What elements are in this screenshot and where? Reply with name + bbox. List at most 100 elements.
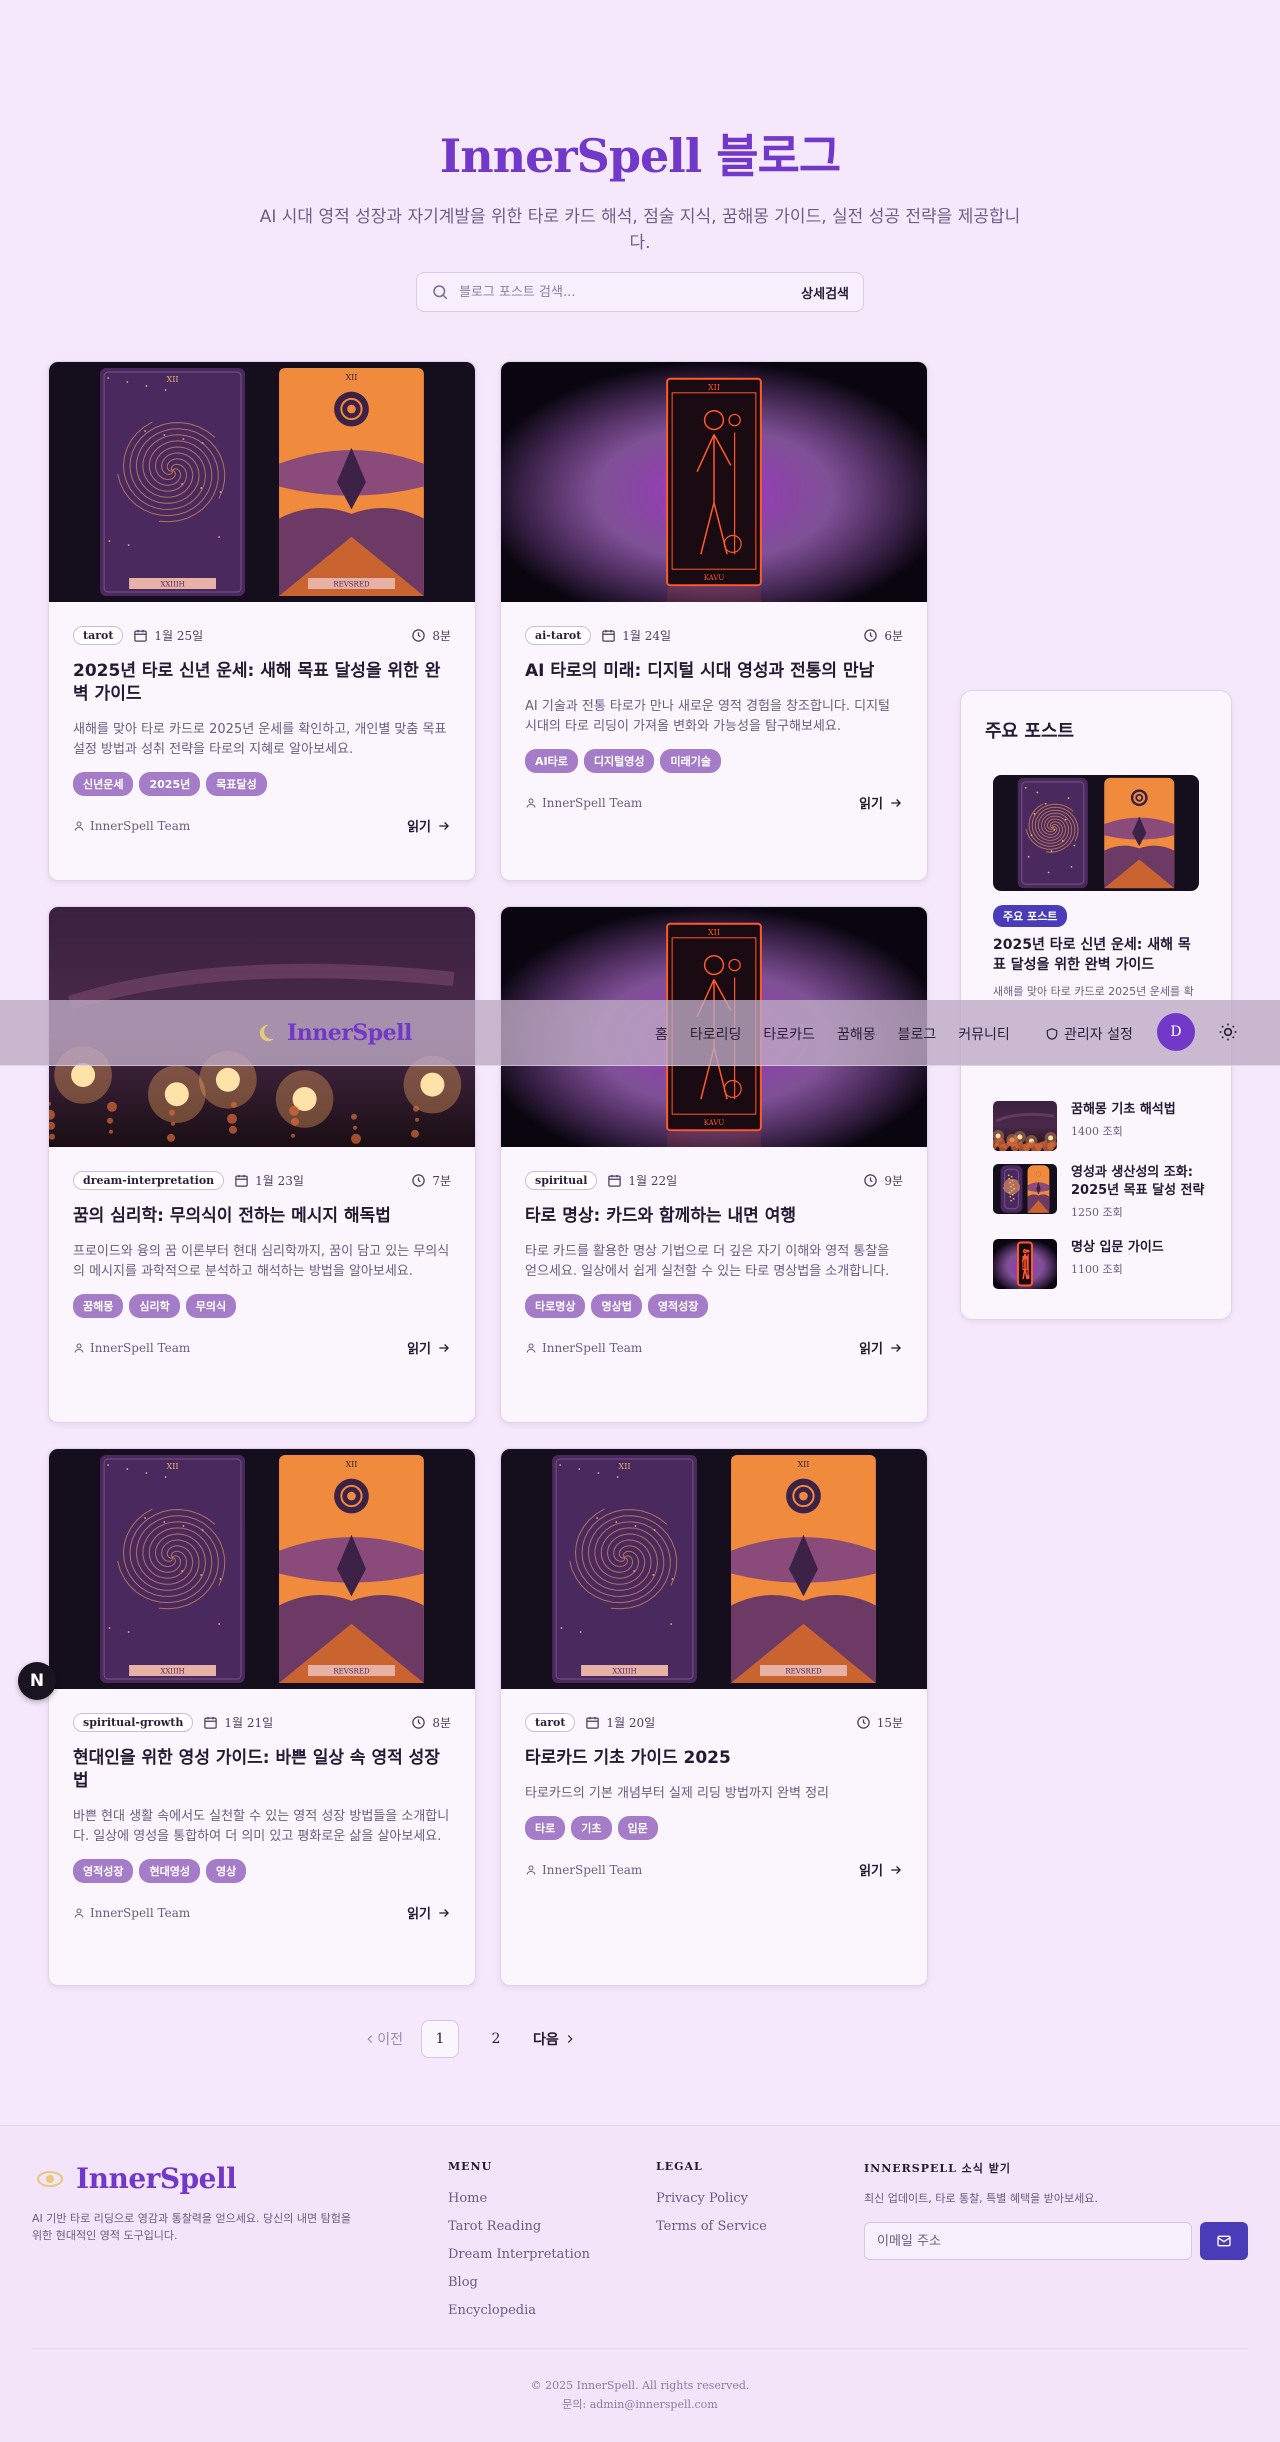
top-navigation: InnerSpell 홈 타로리딩 타로카드 꿈해몽 블로그 커뮤니티 관리자 … — [0, 1000, 1280, 1066]
post-tag[interactable]: 기초 — [571, 1816, 612, 1840]
pagination-page[interactable]: 2 — [477, 2020, 515, 2058]
post-tag[interactable]: 영적성장 — [73, 1859, 134, 1883]
featured-post-title[interactable]: 2025년 타로 신년 운세: 새해 목표 달성을 위한 완벽 가이드 — [993, 935, 1203, 975]
nav-link-tarot-cards[interactable]: 타로카드 — [763, 1024, 815, 1044]
post-excerpt: 타로카드의 기본 개념부터 실제 리딩 방법까지 완벽 정리 — [525, 1786, 830, 1801]
read-more-button[interactable]: 읽기 — [859, 1338, 903, 1357]
post-title[interactable]: 꿈의 심리학: 무의식이 전하는 메시지 해독법 — [73, 1205, 451, 1228]
nav-link-dream[interactable]: 꿈해몽 — [837, 1024, 876, 1044]
post-thumbnail[interactable]: XII XXIIIH XII REVSRED — [501, 1449, 927, 1689]
post-title[interactable]: 타로카드 기초 가이드 2025 — [525, 1747, 903, 1770]
post-author: InnerSpell Team — [542, 1862, 643, 1877]
footer-link-dream[interactable]: Dream Interpretation — [448, 2241, 590, 2269]
footer-link-blog[interactable]: Blog — [448, 2269, 590, 2297]
post-title[interactable]: 현대인을 위한 영성 가이드: 바쁜 일상 속 영적 성장법 — [73, 1747, 451, 1793]
post-tag[interactable]: 미래기술 — [660, 749, 721, 773]
post-category-badge[interactable]: ai-tarot — [525, 625, 592, 645]
post-excerpt: 새해를 맞아 타로 카드로 2025년 운세를 확인하고, 개인별 맞춤 목표 … — [73, 722, 447, 757]
post-tag[interactable]: 무의식 — [185, 1294, 237, 1318]
post-read-time: 8분 — [411, 627, 451, 644]
newsletter-subscribe-button[interactable] — [1200, 2222, 1248, 2260]
post-tag[interactable]: 심리학 — [129, 1294, 180, 1318]
post-tag[interactable]: 타로명상 — [525, 1294, 586, 1318]
footer-brand[interactable]: InnerSpell — [36, 2162, 237, 2195]
footer-link-encyclopedia[interactable]: Encyclopedia — [448, 2297, 590, 2325]
post-meta: spiritual-growth 1월 21일 8분 — [73, 1711, 451, 1733]
floating-n-badge[interactable]: N — [18, 1662, 56, 1700]
read-more-button[interactable]: 읽기 — [407, 1903, 451, 1922]
clock-icon — [411, 1715, 432, 1730]
advanced-search-button[interactable]: 상세검색 — [801, 283, 849, 302]
post-thumbnail[interactable]: XII XXIIIH XII REVSRED — [49, 362, 475, 602]
post-tag[interactable]: 입문 — [617, 1816, 658, 1840]
post-tag[interactable]: 목표달성 — [206, 772, 267, 796]
read-more-button[interactable]: 읽기 — [407, 1338, 451, 1357]
pagination-page[interactable]: 1 — [421, 2020, 459, 2058]
pagination-next-label: 다음 — [533, 2032, 559, 2048]
blog-post-card[interactable]: XII XXIIIH XII REVSRED tarot 1월 20일 15분 타로카… — [500, 1448, 928, 1986]
copyright-text: © 2025 InnerSpell. All rights reserved. — [530, 2379, 750, 2392]
post-category-badge[interactable]: spiritual — [525, 1170, 598, 1190]
nav-link-blog[interactable]: 블로그 — [898, 1024, 937, 1044]
nav-link-home[interactable]: 홈 — [655, 1024, 668, 1044]
search-input[interactable] — [459, 284, 802, 300]
read-more-button[interactable]: 읽기 — [859, 793, 903, 812]
blog-post-card[interactable]: XII XXIIIH XII REVSRED spiritual-growth 1월 … — [48, 1448, 476, 1986]
post-category-badge[interactable]: dream-interpretation — [73, 1170, 225, 1190]
footer-link-tarot-reading[interactable]: Tarot Reading — [448, 2213, 590, 2241]
post-author: InnerSpell Team — [90, 1340, 191, 1355]
svg-text:XII: XII — [619, 1462, 631, 1471]
svg-text:XII: XII — [708, 383, 720, 392]
blog-post-card[interactable]: dream-interpretation 1월 23일 7분 꿈의 심리학: 무… — [48, 906, 476, 1423]
popular-post-item[interactable]: 영성과 생산성의 조화: 2025년 목표 달성 전략 1250 조회 — [993, 1164, 1213, 1219]
post-title[interactable]: 2025년 타로 신년 운세: 새해 목표 달성을 위한 완벽 가이드 — [73, 660, 451, 706]
blog-post-card[interactable]: XII KAVU spiritual 1월 22일 9분 타로 명상: 카드와 함… — [500, 906, 928, 1423]
newsletter-email-input[interactable] — [864, 2222, 1192, 2260]
post-tag[interactable]: AI타로 — [525, 749, 578, 773]
post-thumbnail[interactable]: XII KAVU — [501, 362, 927, 602]
post-category-badge[interactable]: tarot — [525, 1712, 576, 1732]
footer-link-privacy[interactable]: Privacy Policy — [656, 2185, 767, 2213]
post-tag[interactable]: 꿈해몽 — [73, 1294, 124, 1318]
blog-post-card[interactable]: XII KAVU ai-tarot 1월 24일 6분 AI 타로의 미래: 디지… — [500, 361, 928, 881]
nav-link-tarot-reading[interactable]: 타로리딩 — [690, 1024, 742, 1044]
svg-text:XXIIIH: XXIIIH — [612, 1668, 636, 1676]
post-category-badge[interactable]: spiritual-growth — [73, 1712, 194, 1732]
footer-link-home[interactable]: Home — [448, 2185, 590, 2213]
admin-settings-link[interactable]: 관리자 설정 — [1045, 1024, 1133, 1044]
post-excerpt: 프로이드와 융의 꿈 이론부터 현대 심리학까지, 꿈이 담고 있는 무의식의 … — [73, 1244, 450, 1279]
popular-post-item[interactable]: 꿈해몽 기초 해석법 1400 조회 — [993, 1101, 1213, 1151]
pagination-prev[interactable]: 이전 — [363, 2029, 403, 2049]
post-read-time: 6분 — [863, 627, 903, 644]
read-more-button[interactable]: 읽기 — [407, 816, 451, 835]
post-tag[interactable]: 현대영성 — [139, 1859, 200, 1883]
read-more-button[interactable]: 읽기 — [859, 1860, 903, 1879]
post-tag[interactable]: 신년운세 — [73, 772, 134, 796]
arrow-right-icon — [883, 796, 903, 810]
post-tag[interactable]: 2025년 — [139, 772, 201, 796]
post-tag[interactable]: 영상 — [205, 1859, 247, 1883]
contact-email[interactable]: 문의: admin@innerspell.com — [0, 2395, 1280, 2414]
post-tag[interactable]: 명상법 — [591, 1294, 642, 1318]
post-tag[interactable]: 타로 — [525, 1816, 566, 1840]
blog-post-card[interactable]: XII XXIIIH XII REVSRED tarot 1월 25일 8분 2025… — [48, 361, 476, 881]
post-thumbnail[interactable]: XII XXIIIH XII REVSRED — [49, 1449, 475, 1689]
popular-post-item[interactable]: 명상 입문 가이드 1100 조회 — [993, 1239, 1213, 1289]
post-tag[interactable]: 영적성장 — [647, 1294, 709, 1318]
page-title: InnerSpell 블로그 — [439, 129, 841, 183]
footer-link-terms[interactable]: Terms of Service — [656, 2213, 767, 2241]
nav-link-community[interactable]: 커뮤니티 — [958, 1024, 1010, 1044]
pagination-next[interactable]: 다음 — [533, 2029, 577, 2049]
post-title[interactable]: 타로 명상: 카드와 함께하는 내면 여행 — [525, 1205, 903, 1228]
post-tags: AI타로 디지털영성 미래기술 — [525, 749, 903, 773]
featured-post-image[interactable] — [993, 775, 1199, 891]
post-category-badge[interactable]: tarot — [73, 625, 124, 645]
post-tag[interactable]: 디지털영성 — [583, 749, 655, 773]
sun-icon[interactable] — [1218, 1022, 1238, 1042]
search-bar: 상세검색 — [416, 272, 864, 312]
post-title[interactable]: AI 타로의 미래: 디지털 시대 영성과 전통의 만남 — [525, 660, 903, 683]
post-tags: 신년운세 2025년 목표달성 — [73, 772, 451, 796]
calendar-icon — [601, 628, 622, 643]
user-avatar[interactable]: D — [1157, 1013, 1195, 1051]
nav-brand[interactable]: InnerSpell — [255, 1020, 412, 1046]
